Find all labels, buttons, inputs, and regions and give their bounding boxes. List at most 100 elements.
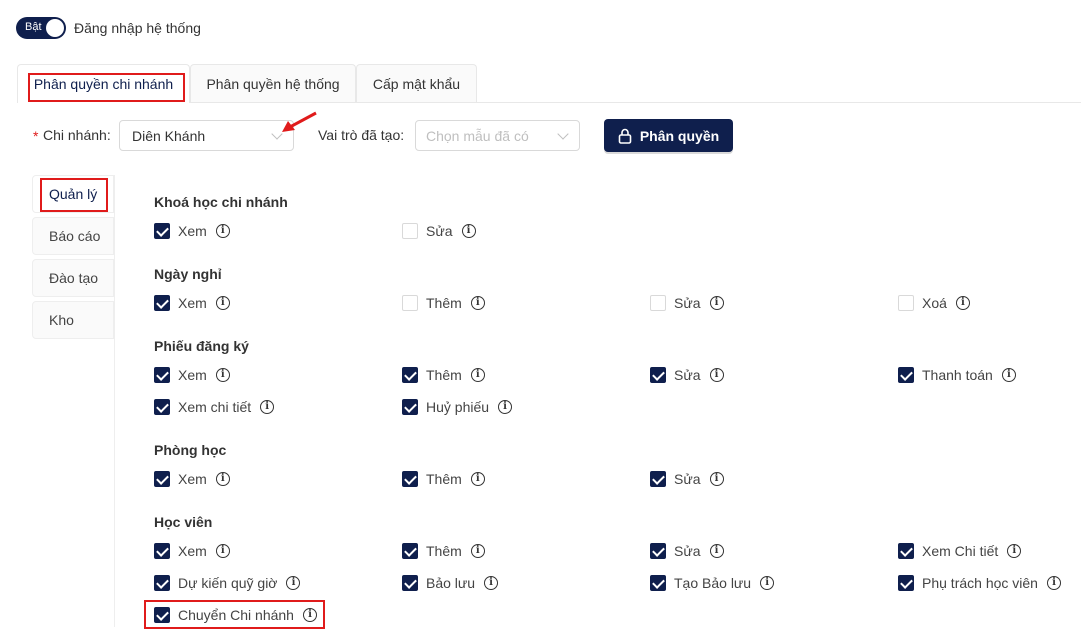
checkbox-checked[interactable]: [898, 367, 914, 383]
permission-label: Xem chi tiết: [178, 399, 252, 415]
permission-item[interactable]: Sửa i: [650, 367, 724, 383]
checkbox-checked[interactable]: [402, 399, 418, 415]
permission-item[interactable]: Bảo lưu i: [402, 575, 499, 591]
permission-item[interactable]: Thêm i: [402, 295, 485, 311]
permission-label: Bảo lưu: [426, 575, 476, 591]
checkbox-checked[interactable]: [154, 575, 170, 591]
permission-label: Xem: [178, 543, 207, 559]
checkbox-unchecked[interactable]: [402, 223, 418, 239]
tab-system-permissions[interactable]: Phân quyền hệ thống: [190, 64, 356, 102]
permission-item[interactable]: Xem i: [154, 223, 230, 239]
checkbox-checked[interactable]: [154, 223, 170, 239]
checkbox-checked[interactable]: [154, 399, 170, 415]
info-icon[interactable]: i: [215, 544, 230, 558]
permission-item[interactable]: Xem i: [154, 543, 230, 559]
toggle-knob: [46, 19, 64, 37]
checkbox-checked[interactable]: [154, 367, 170, 383]
permission-button[interactable]: Phân quyền: [604, 119, 733, 152]
permission-item[interactable]: Sửa i: [650, 295, 724, 311]
side-tab-training[interactable]: Đào tạo: [32, 259, 114, 297]
permission-item[interactable]: Xem Chi tiết i: [898, 543, 1022, 559]
checkbox-checked[interactable]: [402, 367, 418, 383]
info-icon[interactable]: i: [461, 224, 476, 238]
info-icon[interactable]: i: [215, 472, 230, 486]
info-icon[interactable]: i: [215, 224, 230, 238]
tab-password[interactable]: Cấp mật khẩu: [356, 64, 477, 102]
checkbox-checked[interactable]: [650, 471, 666, 487]
info-icon[interactable]: i: [286, 576, 301, 590]
info-icon[interactable]: i: [260, 400, 275, 414]
side-divider: [114, 175, 115, 627]
permission-item[interactable]: Thêm i: [402, 543, 485, 559]
checkbox-checked[interactable]: [154, 543, 170, 559]
branch-select[interactable]: Diên Khánh: [119, 120, 294, 151]
permission-item[interactable]: Dự kiến quỹ giờ i: [154, 575, 301, 591]
checkbox-unchecked[interactable]: [898, 295, 914, 311]
info-icon[interactable]: i: [1001, 368, 1016, 382]
permission-label: Sửa: [674, 543, 701, 559]
login-label: Đăng nhập hệ thống: [74, 20, 201, 36]
tab-branch-permissions[interactable]: Phân quyền chi nhánh: [17, 64, 190, 103]
role-select[interactable]: Chọn mẫu đã có: [415, 120, 580, 151]
permission-item[interactable]: Sửa i: [402, 223, 476, 239]
checkbox-checked[interactable]: [154, 471, 170, 487]
section-title: Khoá học chi nhánh: [154, 194, 288, 210]
info-icon[interactable]: i: [709, 544, 724, 558]
role-label: Vai trò đã tạo:: [318, 127, 405, 143]
permission-item[interactable]: Xoá i: [898, 295, 970, 311]
permission-item[interactable]: Xem chi tiết i: [154, 399, 275, 415]
info-icon[interactable]: i: [470, 296, 485, 310]
permission-item[interactable]: Thêm i: [402, 471, 485, 487]
permission-item[interactable]: Sửa i: [650, 471, 724, 487]
checkbox-checked[interactable]: [154, 295, 170, 311]
checkbox-checked[interactable]: [402, 575, 418, 591]
checkbox-checked[interactable]: [402, 543, 418, 559]
info-icon[interactable]: i: [470, 368, 485, 382]
checkbox-unchecked[interactable]: [650, 295, 666, 311]
permission-item[interactable]: Huỷ phiếu i: [402, 399, 513, 415]
permission-item[interactable]: Xem i: [154, 471, 230, 487]
red-arrow-annotation: [282, 111, 317, 132]
permission-item[interactable]: Xem i: [154, 367, 230, 383]
info-icon[interactable]: i: [709, 368, 724, 382]
checkbox-checked[interactable]: [650, 575, 666, 591]
checkbox-checked[interactable]: [650, 543, 666, 559]
info-icon[interactable]: i: [709, 296, 724, 310]
permission-label: Huỷ phiếu: [426, 399, 490, 415]
info-icon[interactable]: i: [1046, 576, 1061, 590]
permission-item[interactable]: Tạo Bảo lưu i: [650, 575, 775, 591]
info-icon[interactable]: i: [760, 576, 775, 590]
info-icon[interactable]: i: [709, 472, 724, 486]
checkbox-checked[interactable]: [402, 471, 418, 487]
permission-label: Dự kiến quỹ giờ: [178, 575, 278, 591]
checkbox-checked[interactable]: [898, 575, 914, 591]
checkbox-unchecked[interactable]: [402, 295, 418, 311]
section-title: Ngày nghỉ: [154, 266, 222, 282]
permission-item[interactable]: Thêm i: [402, 367, 485, 383]
login-toggle[interactable]: Bật: [16, 17, 66, 39]
info-icon[interactable]: i: [1007, 544, 1022, 558]
permission-item[interactable]: Thanh toán i: [898, 367, 1016, 383]
permission-item[interactable]: Xem i: [154, 295, 230, 311]
chevron-down-icon: [557, 128, 569, 140]
permission-item[interactable]: Phụ trách học viên i: [898, 575, 1061, 591]
side-tab-management[interactable]: Quản lý: [32, 175, 114, 213]
permission-item[interactable]: Sửa i: [650, 543, 724, 559]
info-icon[interactable]: i: [215, 296, 230, 310]
section-title: Học viên: [154, 514, 213, 530]
info-icon[interactable]: i: [955, 296, 970, 310]
permission-label: Xoá: [922, 295, 947, 311]
info-icon[interactable]: i: [470, 472, 485, 486]
info-icon[interactable]: i: [215, 368, 230, 382]
permission-label: Tạo Bảo lưu: [674, 575, 752, 591]
permission-label: Xem: [178, 367, 207, 383]
section-title: Phòng học: [154, 442, 227, 458]
info-icon[interactable]: i: [498, 400, 513, 414]
info-icon[interactable]: i: [470, 544, 485, 558]
tab-label: Cấp mật khẩu: [372, 75, 461, 92]
checkbox-checked[interactable]: [650, 367, 666, 383]
side-tab-warehouse[interactable]: Kho: [32, 301, 114, 339]
side-tab-reports[interactable]: Báo cáo: [32, 217, 114, 255]
checkbox-checked[interactable]: [898, 543, 914, 559]
info-icon[interactable]: i: [484, 576, 499, 590]
